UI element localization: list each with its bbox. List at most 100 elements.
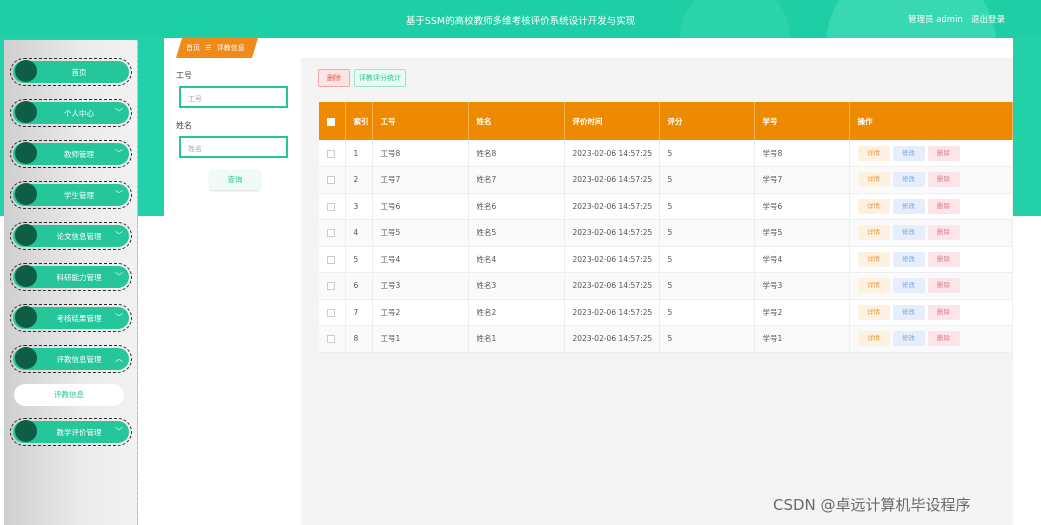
- menu-dot-icon: [15, 183, 37, 205]
- delete-button[interactable]: 删除: [927, 225, 960, 241]
- sidebar-item-teaching-evaluation[interactable]: 教学评价管理 ﹀: [10, 418, 132, 446]
- cell-name: 姓名3: [468, 272, 565, 300]
- cell-emp-id: 工号1: [372, 325, 469, 353]
- tab-bar: [164, 38, 1013, 58]
- row-checkbox[interactable]: [327, 149, 335, 158]
- sidebar-item-label: 论文信息管理: [56, 232, 102, 241]
- table-row: 8 工号1 姓名1 2023-02-06 14:57:25 5 学号1 详情 修改 删除: [319, 325, 1013, 353]
- detail-button[interactable]: 详情: [857, 304, 890, 320]
- sidebar-item-research-management[interactable]: 科研能力管理 ﹀: [10, 263, 132, 291]
- row-select-cell[interactable]: [319, 166, 346, 194]
- cell-emp-id: 工号4: [372, 246, 469, 273]
- select-all-cell[interactable]: [319, 102, 346, 140]
- cell-index: 2: [345, 166, 373, 194]
- cell-actions: 详情 修改 删除: [849, 166, 1013, 194]
- row-checkbox[interactable]: [327, 335, 335, 344]
- row-checkbox[interactable]: [327, 282, 335, 291]
- sidebar-item-student-management[interactable]: 学生管理 ﹀: [10, 181, 132, 209]
- sidebar-item-label: 个人中心: [64, 109, 94, 118]
- row-select-cell[interactable]: [319, 272, 346, 300]
- cell-index: 5: [345, 246, 373, 273]
- cell-score: 5: [659, 193, 755, 220]
- sidebar-item-home[interactable]: 首页: [10, 58, 132, 86]
- breadcrumb-separator-icon: ☰: [205, 44, 212, 52]
- score-stats-button[interactable]: 评教评分统计: [354, 69, 406, 87]
- row-select-cell[interactable]: [319, 325, 346, 353]
- cell-index: 6: [345, 272, 373, 300]
- sidebar-item-label: 教师管理: [64, 150, 94, 159]
- row-select-cell[interactable]: [319, 193, 346, 220]
- chevron-down-icon: ﹀: [115, 149, 123, 158]
- delete-button[interactable]: 删除: [927, 172, 960, 188]
- sidebar-item-paper-management[interactable]: 论文信息管理 ﹀: [10, 222, 132, 250]
- row-checkbox[interactable]: [327, 229, 335, 238]
- row-select-cell[interactable]: [319, 299, 346, 326]
- cell-emp-id: 工号8: [372, 140, 469, 167]
- row-checkbox[interactable]: [327, 255, 335, 264]
- logout-link[interactable]: 退出登录: [971, 13, 1005, 25]
- col-actions: 操作: [849, 102, 1013, 140]
- cell-emp-id: 工号7: [372, 166, 469, 194]
- row-checkbox[interactable]: [327, 176, 335, 185]
- sidebar-item-teacher-management[interactable]: 教师管理 ﹀: [10, 140, 132, 168]
- chevron-down-icon: ﹀: [115, 427, 123, 436]
- detail-button[interactable]: 详情: [857, 278, 890, 294]
- batch-delete-button[interactable]: 删除: [318, 69, 350, 87]
- delete-button[interactable]: 删除: [927, 331, 960, 347]
- sidebar-item-personal-center[interactable]: 个人中心 ﹀: [10, 99, 132, 127]
- cell-name: 姓名2: [468, 299, 565, 326]
- detail-button[interactable]: 详情: [857, 331, 890, 347]
- table-row: 4 工号5 姓名5 2023-02-06 14:57:25 5 学号5 详情 修改 删除: [319, 219, 1013, 247]
- cell-student-id: 学号7: [754, 166, 850, 194]
- edit-button[interactable]: 修改: [892, 198, 925, 214]
- delete-button[interactable]: 删除: [927, 145, 960, 161]
- row-select-cell[interactable]: [319, 246, 346, 273]
- menu-dot-icon: [15, 142, 37, 164]
- edit-button[interactable]: 修改: [892, 331, 925, 347]
- cell-name: 姓名7: [468, 166, 565, 194]
- delete-button[interactable]: 删除: [927, 251, 960, 267]
- detail-button[interactable]: 详情: [857, 251, 890, 267]
- detail-button[interactable]: 详情: [857, 172, 890, 188]
- cell-actions: 详情 修改 删除: [849, 246, 1013, 273]
- table-row: 3 工号6 姓名6 2023-02-06 14:57:25 5 学号6 详情 修改 删除: [319, 193, 1013, 220]
- cell-name: 姓名6: [468, 193, 565, 220]
- table-row: 5 工号4 姓名4 2023-02-06 14:57:25 5 学号4 详情 修改 删除: [319, 246, 1013, 273]
- sidebar-item-assessment-management[interactable]: 考核结果管理 ﹀: [10, 304, 132, 332]
- delete-button[interactable]: 删除: [927, 198, 960, 214]
- query-button[interactable]: 查询: [210, 170, 260, 190]
- cell-student-id: 学号4: [754, 246, 850, 273]
- edit-button[interactable]: 修改: [892, 145, 925, 161]
- cell-eval-time: 2023-02-06 14:57:25: [564, 272, 660, 300]
- edit-button[interactable]: 修改: [892, 172, 925, 188]
- cell-student-id: 学号5: [754, 219, 850, 247]
- breadcrumb-home[interactable]: 首页: [186, 44, 200, 52]
- sidebar-subitem-evaluation-info[interactable]: 评教信息: [14, 384, 124, 406]
- detail-button[interactable]: 详情: [857, 225, 890, 241]
- menu-dot-icon: [15, 306, 37, 328]
- detail-button[interactable]: 详情: [857, 198, 890, 214]
- sidebar-item-evaluation-management[interactable]: 评教信息管理 ︿: [10, 345, 132, 373]
- detail-button[interactable]: 详情: [857, 145, 890, 161]
- cell-eval-time: 2023-02-06 14:57:25: [564, 140, 660, 167]
- delete-button[interactable]: 删除: [927, 278, 960, 294]
- edit-button[interactable]: 修改: [892, 251, 925, 267]
- row-select-cell[interactable]: [319, 219, 346, 247]
- col-index: 索引: [345, 102, 373, 140]
- delete-button[interactable]: 删除: [927, 304, 960, 320]
- edit-button[interactable]: 修改: [892, 304, 925, 320]
- sidebar: 首页 个人中心 ﹀ 教师管理 ﹀ 学生管理 ﹀ 论文信息管理 ﹀ 科研能力管理 …: [4, 40, 138, 525]
- cell-name: 姓名4: [468, 246, 565, 273]
- edit-button[interactable]: 修改: [892, 225, 925, 241]
- user-label: 管理员 admin: [908, 15, 963, 25]
- col-score: 评分: [659, 102, 755, 140]
- sidebar-item-label: 首页: [71, 68, 87, 77]
- select-all-checkbox[interactable]: [327, 117, 335, 126]
- name-input[interactable]: 姓名: [179, 136, 288, 158]
- row-select-cell[interactable]: [319, 140, 346, 167]
- row-checkbox[interactable]: [327, 202, 335, 211]
- menu-dot-icon: [15, 265, 37, 287]
- row-checkbox[interactable]: [327, 308, 335, 317]
- edit-button[interactable]: 修改: [892, 278, 925, 294]
- emp-id-input[interactable]: 工号: [179, 86, 288, 108]
